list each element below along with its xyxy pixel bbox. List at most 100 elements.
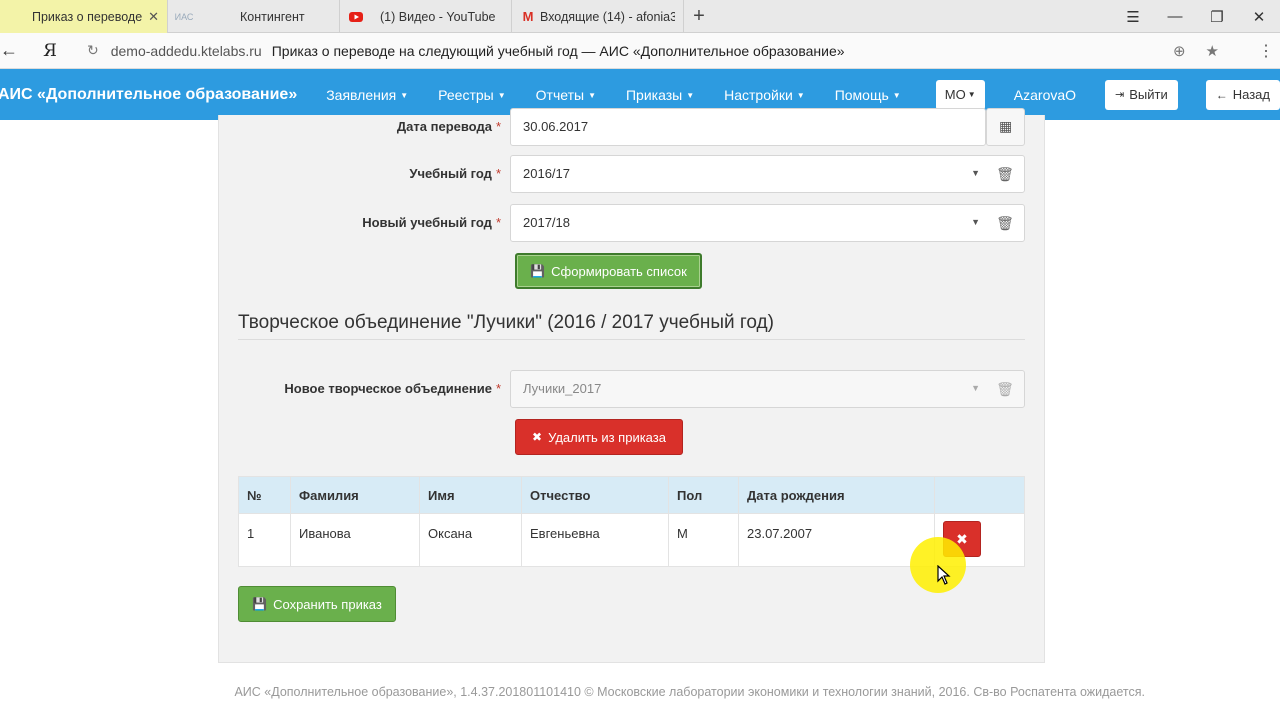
field-label: Учебный год * <box>409 166 501 181</box>
caret-down-icon: ▼ <box>971 383 980 393</box>
caret-down-icon: ▼ <box>892 91 901 101</box>
ais-favicon-icon: ИАС <box>174 11 194 22</box>
x-icon: ✖ <box>532 430 543 444</box>
label-text: Учебный год <box>409 166 492 181</box>
bookmark-star-icon[interactable]: ★ <box>1206 42 1219 60</box>
tab-title: (1) Видео - YouTube <box>380 9 496 24</box>
restore-icon[interactable]: ❐ <box>1196 0 1238 33</box>
col-birthdate: Дата рождения <box>738 476 935 514</box>
protect-icon[interactable]: ⊕ <box>1173 42 1186 60</box>
col-patronymic: Отчество <box>521 476 669 514</box>
build-list-label: Сформировать список <box>551 263 687 279</box>
browser-tab-youtube[interactable]: (1) Видео - YouTube <box>340 0 512 33</box>
nav-otchety[interactable]: Отчеты ▼ <box>521 87 611 103</box>
required-mark: * <box>495 119 501 134</box>
field-label: Дата перевода * <box>397 119 501 134</box>
label-text: Дата перевода <box>396 119 492 134</box>
new-year-value: 2017/18 <box>523 215 570 230</box>
calendar-button[interactable]: ▦ <box>986 108 1025 146</box>
window-controls: ☰ — ❐ ✕ <box>1112 0 1280 33</box>
year-select[interactable]: 2016/17 ▼ 🗑 <box>510 155 1025 193</box>
address-bar: ← Я ↻ demo-addedu.ktelabs.ru Приказ о пе… <box>0 33 1280 69</box>
divider <box>238 339 1025 340</box>
reload-icon[interactable]: ↻ <box>87 42 99 59</box>
cell-birthdate: 23.07.2007 <box>738 513 935 567</box>
hamburger-menu-icon[interactable]: ☰ <box>1112 0 1154 33</box>
caret-down-icon: ▼ <box>400 91 409 101</box>
col-name: Имя <box>419 476 522 514</box>
minimize-icon[interactable]: — <box>1154 0 1196 33</box>
col-actions <box>934 476 1025 514</box>
caret-down-icon: ▼ <box>971 217 980 227</box>
cell-surname: Иванова <box>290 513 420 567</box>
nav-label: Заявления <box>326 86 397 103</box>
students-table: № Фамилия Имя Отчество Пол Дата рождения… <box>238 476 1025 567</box>
nav-zayavleniya[interactable]: Заявления ▼ <box>311 87 423 103</box>
url-page-title: Приказ о переводе на следующий учебный г… <box>271 42 845 59</box>
new-group-value: Лучики_2017 <box>523 381 602 396</box>
mo-label: МО <box>944 87 966 102</box>
cell-patronymic: Евгеньевна <box>521 513 669 567</box>
user-name[interactable]: AzarovaO <box>1014 87 1076 103</box>
browser-tab-kontingent[interactable]: ИАС Контингент <box>168 0 340 33</box>
cell-name: Оксана <box>419 513 522 567</box>
year-value: 2016/17 <box>523 166 570 181</box>
save-icon: 💾 <box>252 597 268 611</box>
back-arrow-icon[interactable]: ← <box>0 40 22 61</box>
label-text: Новый учебный год <box>362 215 492 230</box>
new-group-select[interactable]: Лучики_2017 ▼ 🗑 <box>510 370 1025 408</box>
date-field[interactable]: 30.06.2017 <box>510 108 986 146</box>
nav-label: Реестры <box>438 86 494 103</box>
label-text: Новое творческое объединение <box>284 381 492 396</box>
page-content: Дата перевода * 30.06.2017 ▦ Учебный год *… <box>0 108 1280 720</box>
back-label: Назад <box>1232 87 1270 102</box>
caret-down-icon: ▼ <box>796 91 805 101</box>
col-surname: Фамилия <box>290 476 420 514</box>
logout-button[interactable]: ⇥ Выйти <box>1105 79 1178 110</box>
back-button[interactable]: ← Назад <box>1205 79 1280 110</box>
nav-label: Помощь <box>834 86 889 103</box>
yandex-logo[interactable]: Я <box>22 41 78 61</box>
field-label: Новое творческое объединение * <box>284 381 501 396</box>
mo-dropdown[interactable]: МО ▼ <box>935 79 985 110</box>
logout-label: Выйти <box>1129 87 1168 102</box>
nav-prikazy[interactable]: Приказы ▼ <box>611 87 709 103</box>
form-row-date: Дата перевода * 30.06.2017 ▦ <box>219 108 1046 146</box>
nav-pomoshch[interactable]: Помощь ▼ <box>820 87 916 103</box>
close-icon[interactable]: ✕ <box>148 9 159 25</box>
remove-from-order-button[interactable]: ✖ Удалить из приказа <box>515 419 683 455</box>
nav-label: Настройки <box>724 86 793 103</box>
new-tab-button[interactable]: + <box>684 0 714 33</box>
browser-tab-bar: Приказ о переводе на сл ✕ ИАС Контингент… <box>0 0 1280 33</box>
trash-icon[interactable]: 🗑 <box>986 156 1024 192</box>
build-list-button[interactable]: 💾 Сформировать список <box>515 253 702 289</box>
form-row-new-year: Новый учебный год * 2017/18 ▼ 🗑 <box>219 204 1046 242</box>
trash-icon[interactable]: 🗑 <box>986 371 1024 407</box>
caret-down-icon: ▼ <box>588 91 596 101</box>
mouse-cursor-icon <box>937 564 951 590</box>
nav-nastroyki[interactable]: Настройки ▼ <box>709 87 820 103</box>
save-order-button[interactable]: 💾 Сохранить приказ <box>238 586 396 622</box>
remove-label: Удалить из приказа <box>548 429 666 445</box>
cell-sex: М <box>668 513 739 567</box>
col-number: № <box>238 476 291 514</box>
nav-reestry[interactable]: Реестры ▼ <box>423 87 520 103</box>
tab-title: Приказ о переводе на сл <box>32 9 144 24</box>
new-year-select[interactable]: 2017/18 ▼ 🗑 <box>510 204 1025 242</box>
required-mark: * <box>495 381 501 396</box>
app-brand[interactable]: АИС «Дополнительное образование» <box>0 86 297 104</box>
tab-title: Контингент <box>240 9 305 24</box>
nav-label: Отчеты <box>535 86 585 103</box>
browser-tab-order[interactable]: Приказ о переводе на сл ✕ <box>0 0 168 33</box>
caret-down-icon: ▼ <box>686 91 695 101</box>
close-window-icon[interactable]: ✕ <box>1238 0 1280 33</box>
footer-text: АИС «Дополнительное образование», 1.4.37… <box>234 685 1145 699</box>
group-title: Творческое объединение "Лучики" (2016 / … <box>238 312 774 333</box>
url-field[interactable]: ↻ demo-addedu.ktelabs.ru Приказ о перево… <box>78 37 1228 65</box>
tab-title: Входящие (14) - afonia333@ <box>540 9 675 24</box>
browser-tab-gmail[interactable]: M Входящие (14) - afonia333@ <box>512 0 684 33</box>
trash-icon[interactable]: 🗑 <box>986 205 1024 241</box>
save-order-label: Сохранить приказ <box>273 596 382 612</box>
calendar-icon: ▦ <box>999 118 1013 134</box>
more-icon[interactable]: ⋮ <box>1258 41 1274 61</box>
